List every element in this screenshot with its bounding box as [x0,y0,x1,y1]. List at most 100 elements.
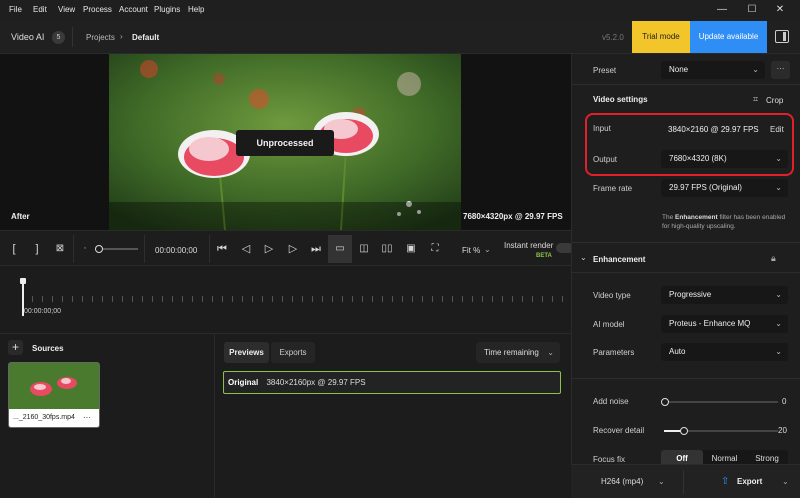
ai-model-label: AI model [593,320,625,329]
input-value: 3840×2160 @ 29.97 FPS [668,125,759,134]
trial-mode-button[interactable]: Trial mode [632,21,690,53]
codec-dropdown[interactable]: H264 (mp4) ⌄ [571,465,683,498]
sources-title: Sources [32,344,64,353]
tab-previews[interactable]: Previews [224,342,269,363]
side-by-side-icon[interactable]: ▯▯ [379,241,395,257]
close-button[interactable]: ✕ [773,3,787,17]
crop-icon[interactable]: ⌗ [753,94,758,105]
playback-controls: [ ] ⊠ ▫ 00:00:00;00 ⏮ ◁ ▷ ▷ ⏭ ▭ ◫ ▯▯ ▣ ⛶… [0,230,574,266]
mark-in-icon[interactable]: [ [6,241,22,257]
fullscreen-icon[interactable]: ⛶ [427,241,443,257]
source-card[interactable]: ..._2160_30fps.mp4 ··· [8,362,100,428]
volume-handle[interactable] [95,245,103,253]
parameters-dropdown[interactable]: Auto ⌄ [661,343,788,361]
recover-detail-value: 20 [778,426,787,435]
focus-fix-label: Focus fix [593,455,626,464]
version-text: v5.2.0 [602,33,624,42]
settings-panel: Preset None ⌄ ··· Video settings ⌗ Crop I… [571,54,800,498]
add-noise-value: 0 [782,397,787,406]
preset-dropdown[interactable]: None ⌄ [661,61,765,79]
trial-mode-label: Trial mode [642,32,680,41]
tab-exports[interactable]: Exports [271,342,315,363]
timeline-timecode: 00:00:00;00 [24,308,61,315]
single-view-icon: ▭ [335,243,345,254]
preview-row[interactable]: Original 3840×2160px @ 29.97 FPS [223,371,561,394]
output-dropdown[interactable]: 7680×4320 (8K) ⌄ [661,150,788,168]
recover-detail-handle[interactable] [680,427,688,435]
fit-zoom-select[interactable]: Fit % [462,246,480,255]
play-icon[interactable]: ▷ [261,241,277,257]
parameters-label: Parameters [593,348,635,357]
split-view-icon[interactable]: ◫ [356,241,372,257]
ai-model-dropdown[interactable]: Proteus - Enhance MQ ⌄ [661,315,788,333]
menu-process[interactable]: Process [83,5,112,14]
unprocessed-overlay: Unprocessed [236,130,334,156]
source-file-name: ..._2160_30fps.mp4 [13,414,75,421]
step-back-icon[interactable]: ◁ [238,241,254,257]
header-divider [72,27,73,47]
menu-help[interactable]: Help [188,5,204,14]
timeline-ticks [22,296,571,302]
chevron-right-icon: › [120,32,123,41]
frame-rate-dropdown[interactable]: 29.97 FPS (Original) ⌄ [661,179,788,197]
video-settings-title: Video settings [593,95,648,104]
preview-row-value: 3840×2160px @ 29.97 FPS [266,378,366,387]
menu-plugins[interactable]: Plugins [154,5,180,14]
preview-row-label: Original [228,378,259,387]
chevron-down-icon: ⌄ [775,347,782,356]
source-thumbnail [9,363,99,409]
add-noise-handle[interactable] [661,398,669,406]
video-type-value: Progressive [669,290,712,299]
panel-toggle-icon[interactable] [775,30,789,43]
parameters-value: Auto [669,347,686,356]
menu-view[interactable]: View [58,5,75,14]
step-forward-icon[interactable]: ▷ [285,241,301,257]
frame-rate-label: Frame rate [593,184,633,193]
video-type-dropdown[interactable]: Progressive ⌄ [661,286,788,304]
source-more-icon[interactable]: ··· [83,413,91,422]
image-compare-icon[interactable]: ▣ [403,241,419,257]
mark-out-icon[interactable]: ] [29,241,45,257]
maximize-button[interactable]: ☐ [745,3,759,17]
recover-detail-label: Recover detail [593,426,645,435]
skip-start-icon[interactable]: ⏮ [214,241,230,257]
sort-dropdown[interactable]: Time remaining ⌄ [476,342,560,363]
skip-end-icon[interactable]: ⏭ [308,241,324,257]
lock-icon[interactable]: 🔒︎ [771,253,776,264]
timeline[interactable]: 00:00:00;00 [0,266,571,334]
chevron-down-icon: ⌄ [775,290,782,299]
breadcrumb-current: Default [132,33,160,42]
playhead-handle[interactable] [20,278,26,284]
sources-panel: + Sources ..._2160_30fps.mp4 ··· [0,334,215,498]
menu-account[interactable]: Account [119,5,148,14]
chevron-down-icon: ⌄ [658,477,665,486]
preset-more-button[interactable]: ··· [771,61,790,79]
breadcrumb-projects[interactable]: Projects [86,33,115,42]
chevron-down-icon: ⌄ [775,183,782,192]
frame-rate-value: 29.97 FPS (Original) [669,183,742,192]
export-bar: H264 (mp4) ⌄ ⇧ Export ⌄ [571,464,800,498]
menu-file[interactable]: File [9,5,22,14]
export-button[interactable]: ⇧ Export ⌄ [685,465,800,498]
export-label: Export [737,477,763,486]
instant-render-label: Instant render [504,241,554,250]
menu-edit[interactable]: Edit [33,5,47,14]
input-edit-link[interactable]: Edit [770,125,784,134]
add-source-button[interactable]: + [8,340,23,355]
output-value: 7680×4320 (8K) [669,154,727,163]
output-label: Output [593,155,618,164]
input-label: Input [593,124,611,133]
update-available-button[interactable]: Update available [690,21,767,53]
minimize-button[interactable]: — [715,3,729,17]
video-type-label: Video type [593,291,631,300]
loop-icon[interactable]: ▫ [77,241,93,257]
collapse-chevron-icon[interactable]: ⌄ [580,253,587,262]
chevron-down-icon: ⌄ [752,65,759,74]
clear-marks-icon[interactable]: ⊠ [52,241,68,257]
crop-label[interactable]: Crop [766,96,783,105]
chevron-down-icon: ⌄ [775,154,782,163]
enhancement-note: The Enhancement filter has been enabled … [662,214,786,230]
timecode-display: 00:00:00;00 [155,246,198,255]
add-noise-slider[interactable] [664,401,778,403]
add-noise-label: Add noise [593,397,629,406]
